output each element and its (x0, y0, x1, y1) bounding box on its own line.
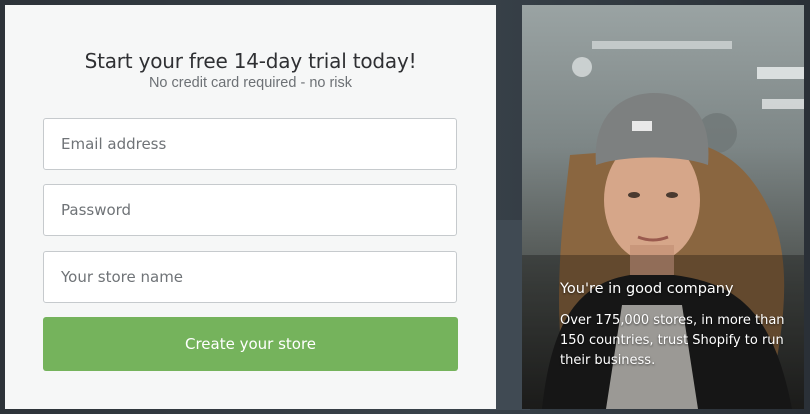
promo-body: Over 175,000 stores, in more than 150 co… (560, 313, 785, 368)
password-field[interactable] (43, 184, 457, 236)
form-title: Start your free 14-day trial today! (84, 49, 417, 73)
signup-form-panel: Start your free 14-day trial today! No c… (5, 5, 496, 409)
form-subtitle: No credit card required - no risk (148, 75, 353, 91)
store-name-field[interactable] (43, 251, 457, 303)
promo-photo-panel: You're in good company Over 175,000 stor… (522, 5, 804, 409)
create-store-button[interactable]: Create your store (43, 317, 458, 371)
promo-heading: You're in good company (560, 281, 734, 297)
email-field[interactable] (43, 118, 457, 170)
